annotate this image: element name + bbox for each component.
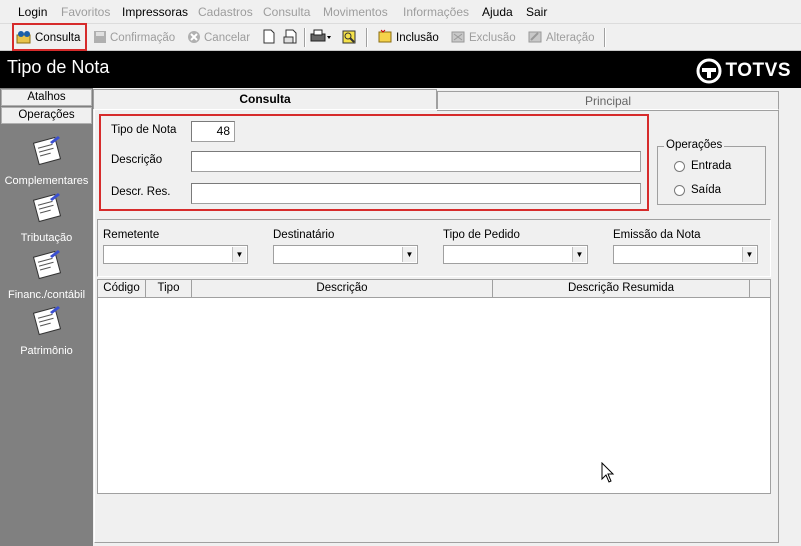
alteracao-button[interactable]: Alteração (527, 27, 595, 49)
help-button[interactable] (341, 27, 360, 49)
new-document-icon (263, 29, 275, 47)
chevron-down-icon[interactable]: ▼ (742, 247, 756, 262)
confirmacao-label: Confirmação (110, 32, 176, 44)
main-content: Principal Consulta Tipo de Nota 48 Descr… (93, 88, 801, 546)
menu-favoritos[interactable]: Favoritos (61, 5, 110, 19)
tipo-pedido-label: Tipo de Pedido (443, 229, 520, 241)
atalhos-header[interactable]: Atalhos (1, 89, 92, 106)
shortcut-complementares[interactable]: Complementares (0, 134, 93, 187)
search-fields-highlight (99, 114, 649, 211)
menu-login[interactable]: Login (18, 5, 47, 19)
mouse-cursor-icon (601, 462, 615, 483)
emissao-select[interactable]: ▼ (613, 245, 758, 264)
radio-saida[interactable]: Saída (674, 184, 721, 196)
menu-consulta[interactable]: Consulta (263, 5, 310, 19)
window-title: Tipo de Nota (7, 57, 110, 77)
logo-text: TOTVS (725, 60, 791, 81)
shortcut-patrimonio[interactable]: Patrimônio (0, 304, 93, 357)
menu-informacoes[interactable]: Informações (403, 5, 469, 19)
chevron-down-icon[interactable]: ▼ (402, 247, 416, 262)
document-pen-icon (0, 248, 93, 285)
column-header-descricao-resumida[interactable]: Descrição Resumida (493, 280, 750, 298)
window-titlebar: Tipo de Nota TOTVS (0, 51, 801, 88)
operacoes-group: Operações Entrada Saída (657, 139, 766, 205)
shortcut-label: Tributação (20, 232, 73, 244)
toolbar-separator (366, 28, 368, 47)
document-pen-icon (0, 191, 93, 228)
toolbar-separator (604, 28, 606, 47)
printer-icon (310, 29, 332, 47)
exclusao-label: Exclusão (469, 32, 516, 44)
document-open-icon (283, 29, 299, 47)
tipo-pedido-select[interactable]: ▼ (443, 245, 588, 264)
destinatario-select[interactable]: ▼ (273, 245, 418, 264)
edit-document-icon (527, 29, 543, 47)
shortcut-label: Financ./contábil (7, 289, 86, 301)
operacoes-legend: Operações (664, 139, 725, 151)
shortcut-label: Patrimônio (20, 345, 73, 357)
radio-entrada[interactable]: Entrada (674, 160, 731, 172)
menu-bar: Login Favoritos Impressoras Cadastros Co… (0, 0, 801, 24)
inclusao-button[interactable]: Inclusão (377, 27, 439, 49)
print-button[interactable] (310, 27, 335, 49)
chevron-down-icon[interactable]: ▼ (232, 247, 246, 262)
add-document-icon (377, 29, 393, 47)
filter-row: Remetente ▼ Destinatário ▼ Tipo de Pedid… (97, 219, 771, 277)
shortcuts-panel: Atalhos Operações Complementares Tributa… (0, 88, 93, 546)
toolbar: Consulta Confirmação Cancelar Inclusão E… (0, 24, 801, 51)
remetente-select[interactable]: ▼ (103, 245, 248, 264)
document-pen-icon (0, 134, 93, 171)
column-header-codigo[interactable]: Código (98, 280, 146, 298)
chevron-down-icon[interactable]: ▼ (572, 247, 586, 262)
menu-ajuda[interactable]: Ajuda (482, 5, 513, 19)
new-document-button[interactable] (263, 27, 278, 49)
shortcut-financ-contabil[interactable]: Financ./contábil (0, 248, 93, 301)
exclusao-button[interactable]: Exclusão (450, 27, 516, 49)
inclusao-label: Inclusão (396, 32, 439, 44)
totvs-logo-icon (696, 58, 721, 84)
open-document-button[interactable] (283, 27, 302, 49)
save-icon (93, 30, 107, 47)
document-pen-icon (0, 304, 93, 341)
consulta-highlight (12, 23, 87, 51)
column-header-tipo[interactable]: Tipo (146, 280, 192, 298)
table-header: Código Tipo Descrição Descrição Resumida (98, 280, 770, 298)
tab-principal[interactable]: Principal (437, 91, 779, 111)
destinatario-label: Destinatário (273, 229, 335, 241)
delete-document-icon (450, 29, 466, 47)
totvs-logo: TOTVS (696, 58, 792, 84)
remetente-label: Remetente (103, 229, 160, 241)
radio-dot[interactable] (674, 184, 685, 196)
column-header-descricao[interactable]: Descrição (192, 280, 493, 298)
help-search-icon (341, 29, 357, 48)
shortcut-label: Complementares (4, 175, 89, 187)
radio-entrada-label: Entrada (691, 160, 732, 172)
cancel-icon (187, 30, 201, 47)
confirmacao-button[interactable]: Confirmação (93, 27, 175, 49)
results-table[interactable]: Código Tipo Descrição Descrição Resumida (97, 279, 771, 494)
radio-dot[interactable] (674, 160, 685, 172)
toolbar-separator (304, 28, 306, 47)
alteracao-label: Alteração (546, 32, 595, 44)
emissao-label: Emissão da Nota (613, 229, 701, 241)
radio-saida-label: Saída (691, 184, 722, 196)
menu-cadastros[interactable]: Cadastros (198, 5, 253, 19)
menu-sair[interactable]: Sair (526, 5, 547, 19)
operacoes-header[interactable]: Operações (1, 107, 92, 124)
consulta-panel: Tipo de Nota 48 Descrição Descr. Res. Op… (94, 109, 779, 543)
menu-movimentos[interactable]: Movimentos (323, 5, 388, 19)
tab-consulta[interactable]: Consulta (93, 89, 437, 109)
menu-impressoras[interactable]: Impressoras (122, 5, 188, 19)
cancelar-label: Cancelar (204, 32, 251, 44)
cancelar-button[interactable]: Cancelar (187, 27, 250, 49)
shortcut-tributacao[interactable]: Tributação (0, 191, 93, 244)
